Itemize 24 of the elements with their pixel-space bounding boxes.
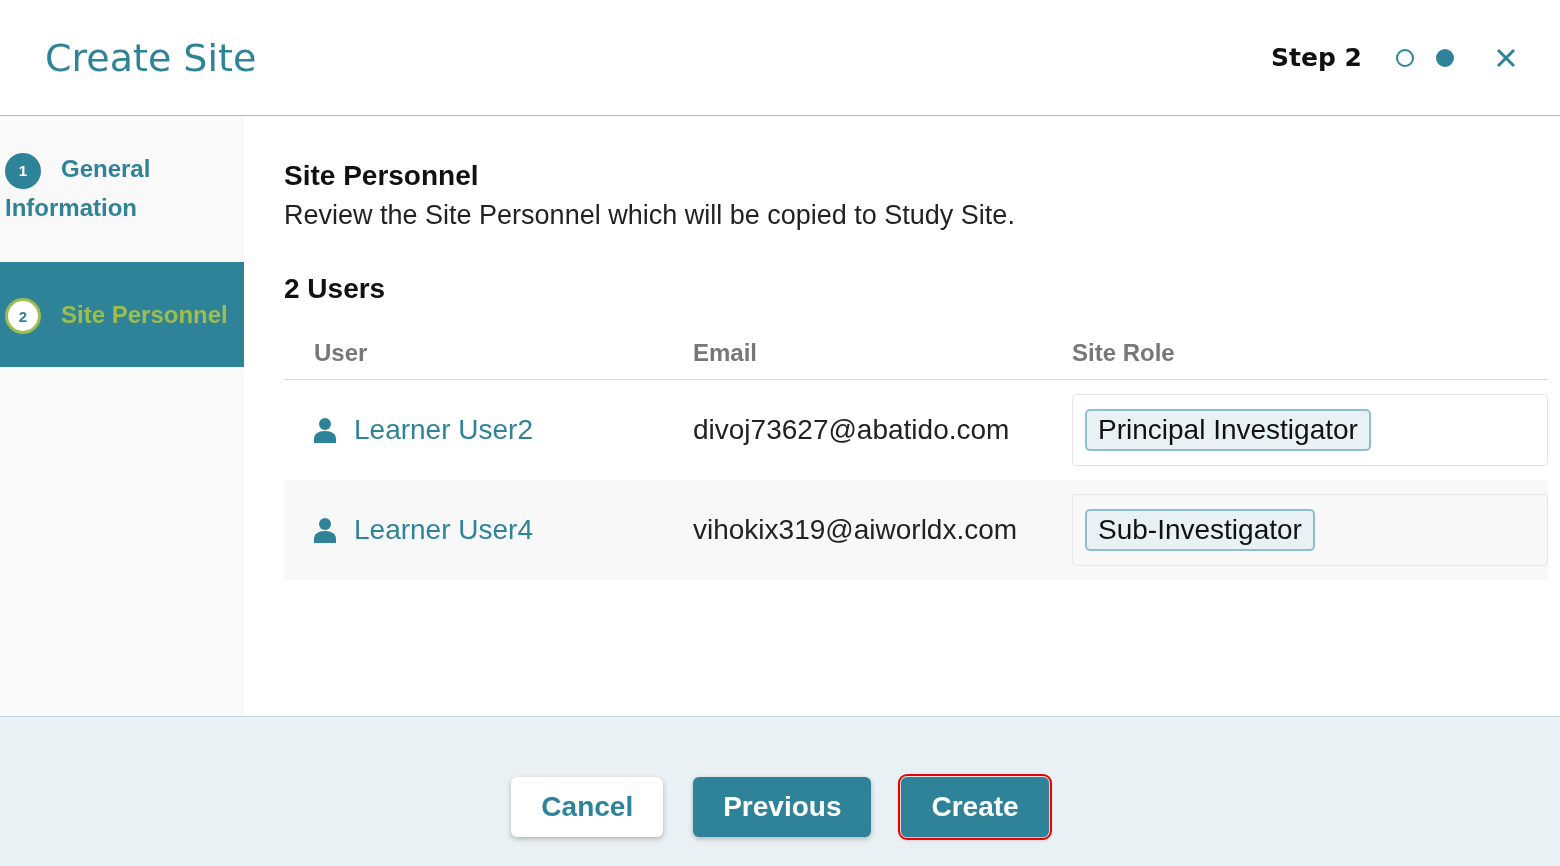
role-tag: Sub-Investigator: [1085, 509, 1315, 551]
user-count: 2 Users: [284, 273, 387, 305]
section-title: Site Personnel: [284, 160, 480, 192]
user-link[interactable]: Learner User2: [354, 414, 533, 446]
user-link[interactable]: Learner User4: [354, 514, 533, 546]
email-cell: vihokix319@aiworldx.com: [663, 480, 1042, 580]
role-tag: Principal Investigator: [1085, 409, 1371, 451]
column-header: User: [284, 339, 663, 380]
person-icon: [314, 417, 336, 443]
step-number: 1: [5, 152, 41, 189]
section-description: Review the Site Personnel which will be copied to Study Site.: [284, 200, 1016, 231]
dialog-title: Create Site: [45, 35, 258, 80]
step-number: 2: [5, 298, 41, 335]
column-header: Email: [663, 339, 1042, 380]
step-label: Step 2: [1271, 43, 1362, 72]
person-icon: [314, 517, 336, 543]
column-header: Site Role: [1042, 339, 1548, 380]
email-cell-text: divoj73627@abatido.com: [692, 413, 1011, 447]
close-icon[interactable]: [1496, 47, 1516, 68]
step-item[interactable]: 1 General Information: [0, 150, 244, 262]
step-item[interactable]: 2 Site Personnel: [0, 261, 244, 368]
dialog-button[interactable]: Create: [901, 776, 1049, 837]
dialog-button[interactable]: Cancel: [511, 776, 664, 837]
dialog-button[interactable]: Previous: [693, 776, 872, 837]
